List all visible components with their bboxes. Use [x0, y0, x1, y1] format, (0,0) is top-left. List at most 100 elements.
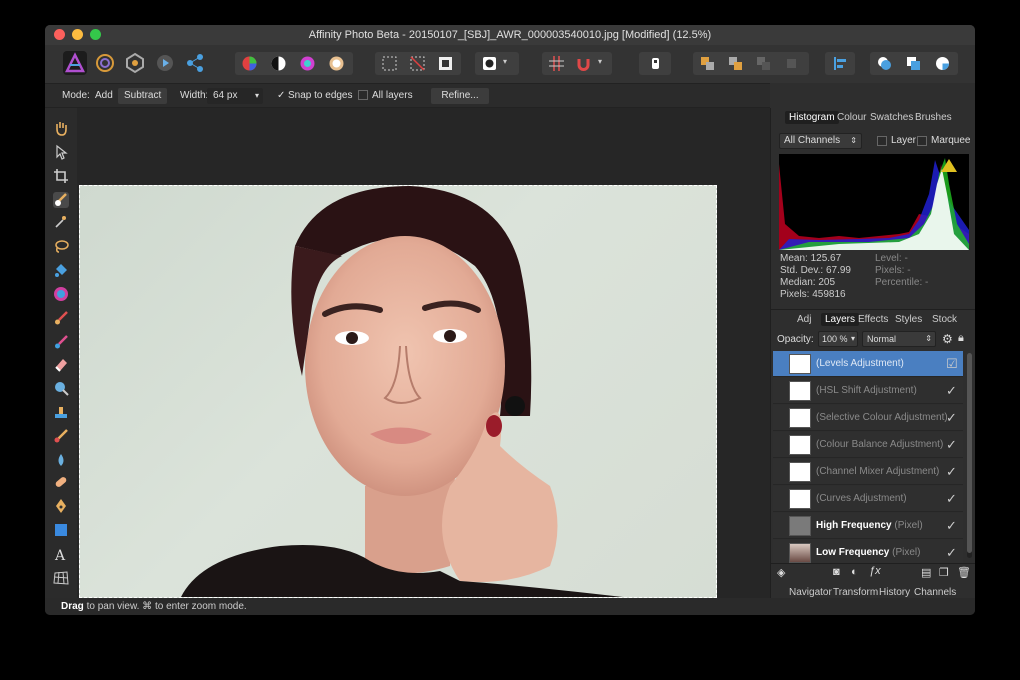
patch-tool-icon[interactable]	[53, 474, 69, 490]
layer-row-hsl-shift[interactable]: (HSL Shift Adjustment) ✓	[773, 378, 963, 404]
gear-icon[interactable]: ⚙	[942, 332, 953, 346]
tab-stock[interactable]: Stock	[928, 313, 961, 326]
mesh-warp-tool-icon[interactable]	[53, 570, 69, 586]
tab-styles[interactable]: Styles	[891, 313, 926, 326]
document-image[interactable]	[79, 185, 717, 598]
visibility-check-icon[interactable]: ✓	[946, 410, 957, 426]
marquee-icon[interactable]	[382, 56, 397, 71]
move-to-back-icon[interactable]	[700, 56, 715, 71]
visibility-check-icon[interactable]: ✓	[946, 437, 957, 453]
visibility-check-icon[interactable]: ✓	[946, 545, 957, 561]
chevron-down-icon[interactable]: ▾	[503, 57, 513, 72]
visibility-checkbox[interactable]: ☑	[946, 356, 958, 372]
lock-icon[interactable]: 🔒︎	[958, 332, 964, 345]
colour-wheel-icon[interactable]	[242, 56, 257, 71]
snap-checkbox-icon[interactable]: ✓	[277, 90, 285, 101]
all-layers-checkbox[interactable]	[358, 90, 368, 100]
layer-row-channel-mixer[interactable]: (Channel Mixer Adjustment) ✓	[773, 459, 963, 485]
dodge-tool-icon[interactable]	[53, 380, 69, 396]
blend-mode-select[interactable]: Normal ⇕	[862, 331, 936, 347]
intersect-shape-icon[interactable]	[935, 56, 950, 71]
visibility-check-icon[interactable]: ✓	[946, 383, 957, 399]
scrollbar-thumb[interactable]	[967, 353, 972, 553]
blur-brush-tool-icon[interactable]	[53, 452, 69, 468]
fx-icon[interactable]: ƒx	[869, 565, 881, 577]
visibility-check-icon[interactable]: ✓	[946, 518, 957, 534]
tab-colour[interactable]: Colour	[833, 111, 870, 124]
layer-row-low-frequency[interactable]: Low Frequency (Pixel) ✓	[773, 540, 963, 563]
opacity-field[interactable]: 100 % ▾	[818, 331, 858, 347]
deselect-icon[interactable]	[410, 56, 425, 71]
snapping-grid-icon[interactable]	[549, 56, 564, 71]
invert-selection-icon[interactable]	[438, 56, 453, 71]
crop-tool-icon[interactable]	[53, 168, 69, 184]
tone-mapping-persona-icon[interactable]	[153, 51, 177, 75]
magnet-icon[interactable]	[576, 56, 591, 71]
pen-tool-icon[interactable]	[53, 498, 69, 514]
layer-row-colour-balance[interactable]: (Colour Balance Adjustment) ✓	[773, 432, 963, 458]
selection-brush-tool-icon[interactable]	[53, 192, 69, 208]
tab-brushes[interactable]: Brushes	[911, 111, 956, 124]
export-persona-icon[interactable]	[183, 51, 207, 75]
layer-checkbox[interactable]	[877, 136, 887, 146]
freehand-selection-tool-icon[interactable]	[53, 238, 69, 254]
rectangle-tool-icon[interactable]	[53, 522, 69, 538]
layer-row-selective-colour[interactable]: (Selective Colour Adjustment) ✓	[773, 405, 963, 431]
quick-mask-button[interactable]: ▾	[475, 52, 519, 75]
add-layer-icon[interactable]: ▤	[921, 566, 931, 579]
move-to-front-icon[interactable]	[784, 56, 799, 71]
tab-adj[interactable]: Adj	[793, 313, 815, 326]
mode-subtract-button[interactable]: Subtract	[118, 88, 168, 104]
move-back-icon[interactable]	[728, 56, 743, 71]
layer-name: High Frequency (Pixel)	[816, 520, 923, 531]
marquee-checkbox[interactable]	[917, 136, 927, 146]
width-field[interactable]: 64 px ▾	[207, 88, 263, 104]
flood-fill-tool-icon[interactable]	[53, 262, 69, 278]
mask-icon[interactable]: ◙	[833, 566, 840, 578]
adjustment-icon[interactable]: ◐	[851, 566, 858, 578]
layer-row-high-frequency[interactable]: High Frequency (Pixel) ✓	[773, 513, 963, 539]
text-tool-icon[interactable]: A	[53, 546, 69, 564]
channel-select[interactable]: All Channels ⇕	[779, 133, 862, 149]
gradient-tool-icon[interactable]	[53, 286, 69, 302]
flood-select-tool-icon[interactable]	[53, 214, 69, 230]
maximize-window-button[interactable]	[90, 29, 101, 40]
visibility-check-icon[interactable]: ✓	[946, 464, 957, 480]
duplicate-layer-icon[interactable]: ❐	[939, 566, 949, 579]
tab-swatches[interactable]: Swatches	[866, 111, 917, 124]
photo-persona-icon[interactable]	[63, 51, 87, 75]
liquify-persona-icon[interactable]	[93, 51, 117, 75]
move-forward-icon[interactable]	[756, 56, 771, 71]
trash-icon[interactable]: 🗑︎	[957, 566, 971, 579]
layer-row-levels[interactable]: (Levels Adjustment) ☑	[773, 351, 963, 377]
clone-tool-icon[interactable]	[53, 404, 69, 420]
hsl-icon[interactable]	[300, 56, 315, 71]
white-balance-icon[interactable]	[329, 56, 344, 71]
tab-histogram[interactable]: Histogram	[785, 111, 839, 124]
layer-row-curves[interactable]: (Curves Adjustment) ✓	[773, 486, 963, 512]
close-window-button[interactable]	[54, 29, 65, 40]
align-button[interactable]	[825, 52, 855, 75]
erase-brush-tool-icon[interactable]	[53, 356, 69, 372]
selection-mode-buttons	[375, 52, 461, 75]
refine-button[interactable]: Refine...	[431, 88, 489, 104]
add-shape-icon[interactable]	[877, 56, 892, 71]
layers-scrollbar[interactable]	[967, 353, 972, 558]
layers-stack-icon[interactable]: ◈	[777, 566, 785, 579]
colour-replacement-tool-icon[interactable]	[53, 334, 69, 350]
contrast-icon[interactable]	[271, 56, 286, 71]
move-tool-icon[interactable]	[53, 144, 69, 160]
mode-add-button[interactable]: Add	[95, 90, 113, 101]
assistant-button[interactable]	[639, 52, 671, 75]
paint-brush-tool-icon[interactable]	[53, 310, 69, 326]
tab-effects[interactable]: Effects	[854, 313, 892, 326]
visibility-check-icon[interactable]: ✓	[946, 491, 957, 507]
subtract-shape-icon[interactable]	[906, 56, 921, 71]
develop-persona-icon[interactable]	[123, 51, 147, 75]
chevron-down-icon[interactable]: ▾	[598, 57, 608, 72]
layer-name: (Levels Adjustment)	[816, 358, 904, 369]
healing-brush-tool-icon[interactable]	[53, 428, 69, 444]
minimize-window-button[interactable]	[72, 29, 83, 40]
canvas-area[interactable]	[77, 108, 770, 598]
hand-tool-icon[interactable]	[53, 120, 69, 136]
